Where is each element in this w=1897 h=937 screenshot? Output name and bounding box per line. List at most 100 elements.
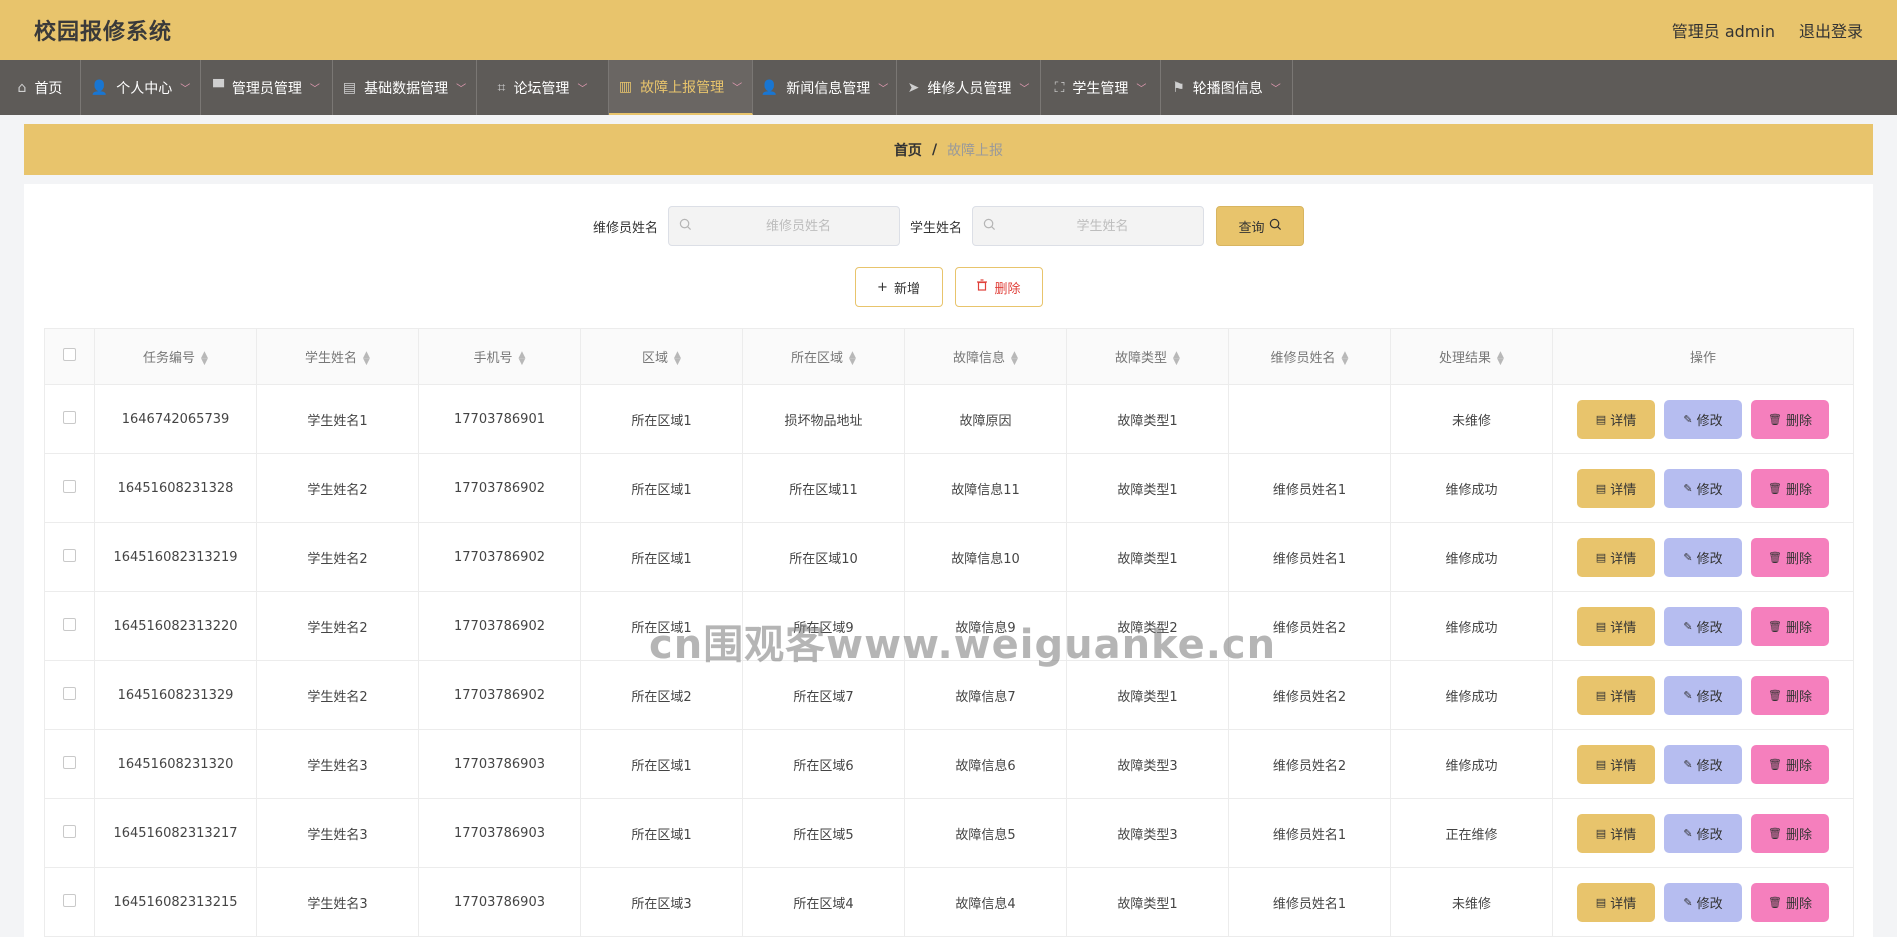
- nav-item-1[interactable]: 👤 个人中心 ﹀: [81, 60, 201, 115]
- row-actions-cell: ▤ 详情 ✎ 修改 🗑 删除: [1552, 591, 1854, 661]
- repairer-name-field[interactable]: [668, 206, 900, 246]
- edit-button[interactable]: ✎ 修改: [1664, 675, 1742, 715]
- edit-button[interactable]: ✎ 修改: [1664, 882, 1742, 922]
- trash-icon: 🗑: [1768, 688, 1782, 702]
- row-select-cell[interactable]: [44, 729, 95, 799]
- plus-icon: +: [877, 279, 888, 295]
- column-header-3[interactable]: 区域 ▲ ▼: [580, 328, 743, 385]
- sort-icon[interactable]: ▲ ▼: [674, 350, 681, 366]
- nav-item-5[interactable]: ▥ 故障上报管理 ﹀: [609, 60, 753, 115]
- detail-button[interactable]: ▤ 详情: [1577, 744, 1655, 784]
- nav-item-2[interactable]: ▀ 管理员管理 ﹀: [201, 60, 333, 115]
- edit-button-label: 修改: [1696, 620, 1723, 636]
- delete-button[interactable]: 🗑 删除: [1751, 744, 1829, 784]
- sort-icon[interactable]: ▲ ▼: [1173, 350, 1180, 366]
- edit-button[interactable]: ✎ 修改: [1664, 813, 1742, 853]
- nav-item-0[interactable]: ⌂ 首页: [0, 60, 81, 115]
- row-checkbox[interactable]: [63, 893, 76, 907]
- row-select-cell[interactable]: [44, 867, 95, 937]
- table-row: 16451608231329 学生姓名2 17703786902 所在区域2 所在区域7…: [44, 660, 1854, 730]
- delete-button[interactable]: 🗑 删除: [1751, 468, 1829, 508]
- row-select-cell[interactable]: [44, 522, 95, 592]
- column-header-2[interactable]: 手机号 ▲ ▼: [418, 328, 581, 385]
- edit-button[interactable]: ✎ 修改: [1664, 399, 1742, 439]
- table-cell: 17703786902: [418, 522, 581, 592]
- row-select-cell[interactable]: [44, 798, 95, 868]
- row-select-cell[interactable]: [44, 384, 95, 454]
- table-row: 1646742065739 学生姓名1 17703786901 所在区域1 损坏物品地址…: [44, 384, 1854, 454]
- nav-item-6[interactable]: 👤 新闻信息管理 ﹀: [753, 60, 897, 115]
- nav-item-4[interactable]: ⌗ 论坛管理 ﹀: [477, 60, 609, 115]
- column-header-4[interactable]: 所在区域 ▲ ▼: [742, 328, 905, 385]
- batch-delete-label: 删除: [994, 281, 1021, 297]
- edit-button[interactable]: ✎ 修改: [1664, 744, 1742, 784]
- column-header-label: 学生姓名: [305, 351, 358, 366]
- edit-button-label: 修改: [1696, 551, 1723, 567]
- row-checkbox[interactable]: [63, 548, 76, 562]
- sort-icon[interactable]: ▲ ▼: [1497, 350, 1504, 366]
- column-header-0[interactable]: 任务编号 ▲ ▼: [94, 328, 257, 385]
- row-checkbox[interactable]: [63, 824, 76, 838]
- row-select-cell[interactable]: [44, 453, 95, 523]
- row-actions: ▤ 详情 ✎ 修改 🗑 删除: [1553, 537, 1853, 577]
- edit-button[interactable]: ✎ 修改: [1664, 606, 1742, 646]
- detail-button[interactable]: ▤ 详情: [1577, 882, 1655, 922]
- add-button[interactable]: + 新增: [854, 267, 943, 307]
- row-checkbox[interactable]: [63, 686, 76, 700]
- sort-icon[interactable]: ▲ ▼: [1011, 350, 1018, 366]
- column-header-1[interactable]: 学生姓名 ▲ ▼: [256, 328, 419, 385]
- nav-item-7[interactable]: ➤ 维修人员管理 ﹀: [897, 60, 1041, 115]
- select-all-cell[interactable]: [44, 328, 95, 385]
- delete-button[interactable]: 🗑 删除: [1751, 606, 1829, 646]
- admin-user-label[interactable]: 管理员 admin: [1672, 18, 1775, 42]
- detail-button[interactable]: ▤ 详情: [1577, 537, 1655, 577]
- batch-delete-button[interactable]: 删除: [954, 267, 1043, 307]
- column-header-label: 所在区域: [791, 351, 844, 366]
- column-header-8[interactable]: 处理结果 ▲ ▼: [1390, 328, 1553, 385]
- sort-icon[interactable]: ▲ ▼: [1342, 350, 1349, 366]
- row-select-cell[interactable]: [44, 660, 95, 730]
- row-checkbox[interactable]: [63, 755, 76, 769]
- user-icon: 👤: [760, 79, 779, 96]
- sort-icon[interactable]: ▲ ▼: [849, 350, 856, 366]
- nav-item-9[interactable]: ⚑ 轮播图信息 ﹀: [1161, 60, 1293, 115]
- nav-item-3[interactable]: ▤ 基础数据管理 ﹀: [333, 60, 477, 115]
- student-name-field[interactable]: [972, 206, 1205, 246]
- delete-button[interactable]: 🗑 删除: [1751, 882, 1829, 922]
- sort-icon[interactable]: ▲ ▼: [201, 350, 208, 366]
- detail-button[interactable]: ▤ 详情: [1577, 675, 1655, 715]
- detail-button[interactable]: ▤ 详情: [1577, 399, 1655, 439]
- detail-button[interactable]: ▤ 详情: [1577, 813, 1655, 853]
- query-button[interactable]: 查询: [1216, 206, 1305, 246]
- column-header-5[interactable]: 故障信息 ▲ ▼: [904, 328, 1067, 385]
- row-checkbox[interactable]: [63, 479, 76, 493]
- table-cell: 17703786901: [418, 384, 581, 454]
- breadcrumb-home[interactable]: 首页: [894, 140, 922, 160]
- row-checkbox[interactable]: [63, 410, 76, 424]
- table-cell: 维修员姓名1: [1228, 867, 1391, 937]
- table-cell: 维修成功: [1390, 453, 1553, 523]
- delete-button[interactable]: 🗑 删除: [1751, 675, 1829, 715]
- trash-icon: 🗑: [1768, 412, 1782, 426]
- student-name-input[interactable]: [1002, 218, 1204, 234]
- delete-button[interactable]: 🗑 删除: [1751, 399, 1829, 439]
- repairer-name-input[interactable]: [698, 218, 899, 234]
- column-header-7[interactable]: 维修员姓名 ▲ ▼: [1228, 328, 1391, 385]
- edit-button[interactable]: ✎ 修改: [1664, 537, 1742, 577]
- table-cell: 17703786902: [418, 591, 581, 661]
- edit-button[interactable]: ✎ 修改: [1664, 468, 1742, 508]
- detail-button[interactable]: ▤ 详情: [1577, 606, 1655, 646]
- stamp-icon: ▀: [213, 79, 224, 96]
- column-header-9: 操作: [1552, 328, 1854, 385]
- row-select-cell[interactable]: [44, 591, 95, 661]
- nav-item-8[interactable]: ⛶ 学生管理 ﹀: [1041, 60, 1161, 115]
- delete-button[interactable]: 🗑 删除: [1751, 813, 1829, 853]
- delete-button[interactable]: 🗑 删除: [1751, 537, 1829, 577]
- column-header-6[interactable]: 故障类型 ▲ ▼: [1066, 328, 1229, 385]
- sort-icon[interactable]: ▲ ▼: [519, 350, 526, 366]
- row-checkbox[interactable]: [63, 617, 76, 631]
- logout-link[interactable]: 退出登录: [1799, 18, 1863, 42]
- sort-icon[interactable]: ▲ ▼: [363, 350, 370, 366]
- detail-button[interactable]: ▤ 详情: [1577, 468, 1655, 508]
- select-all-checkbox[interactable]: [63, 348, 76, 361]
